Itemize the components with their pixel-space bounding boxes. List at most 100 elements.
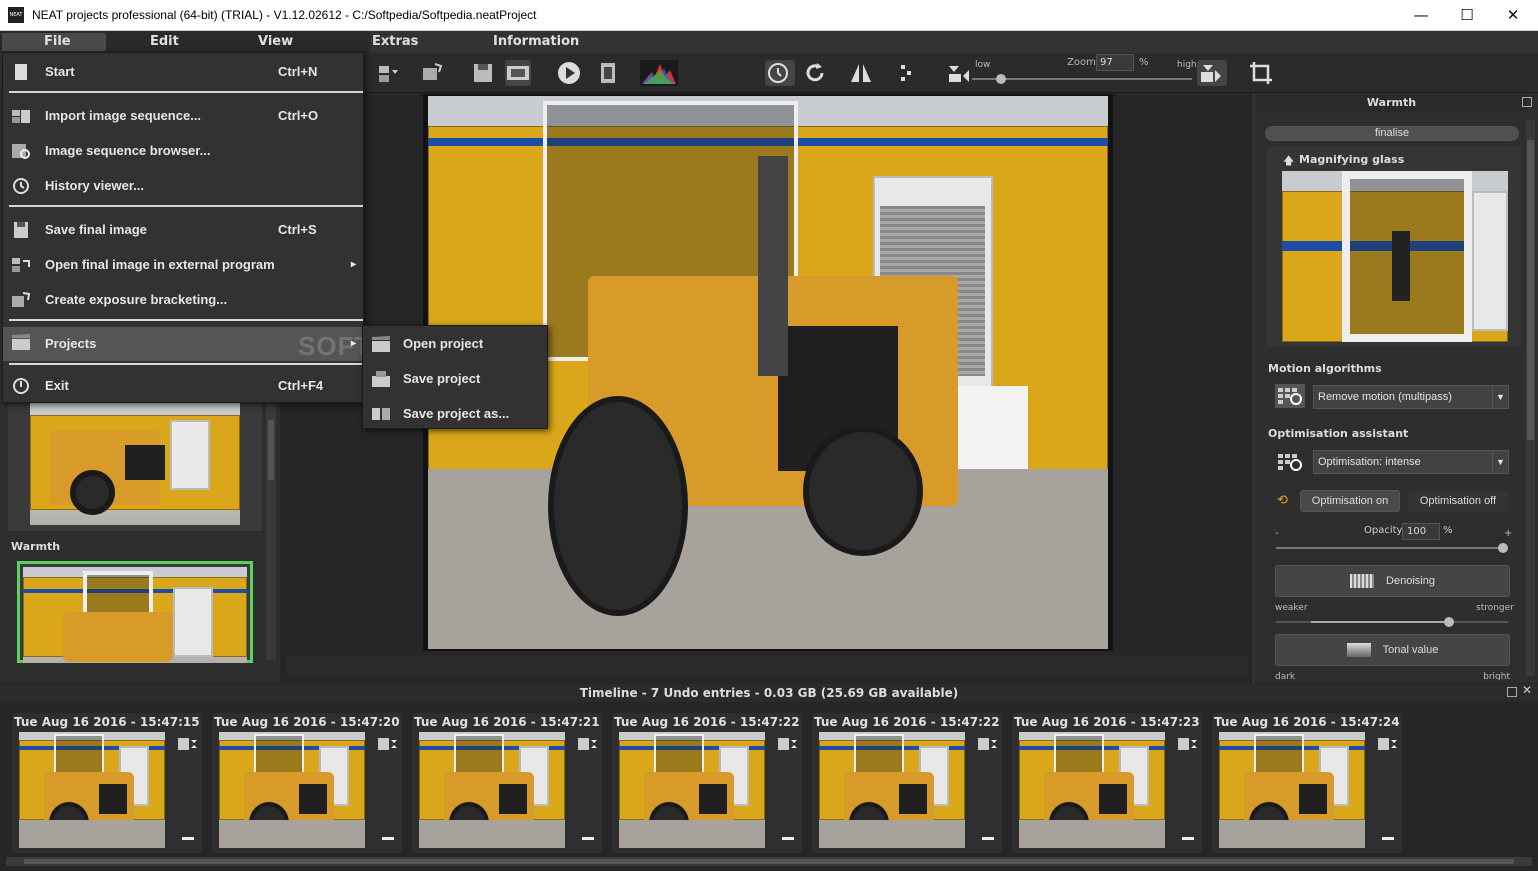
timeline-entry[interactable]: Tue Aug 16 2016 - 15:47:24 bbox=[1212, 713, 1402, 853]
flip-icon[interactable] bbox=[848, 60, 874, 86]
menu-item-exposure-bracketing[interactable]: Create exposure bracketing... bbox=[3, 285, 363, 315]
optimisation-on-button[interactable]: Optimisation on bbox=[1300, 490, 1400, 512]
menu-extras[interactable]: Extras bbox=[372, 31, 418, 53]
chevron-down-icon: ▼ bbox=[1492, 451, 1508, 473]
timeline-entry[interactable]: Tue Aug 16 2016 - 15:47:23 bbox=[1012, 713, 1202, 853]
timeline-entry[interactable]: Tue Aug 16 2016 - 15:47:22 bbox=[612, 713, 802, 853]
menu-item-save-final[interactable]: Save final image Ctrl+S bbox=[3, 215, 363, 245]
motion-algorithms-title: Motion algorithms bbox=[1268, 362, 1382, 375]
timeline-entry[interactable]: Tue Aug 16 2016 - 15:47:21 bbox=[412, 713, 602, 853]
menu-item-exit[interactable]: Exit Ctrl+F4 bbox=[3, 371, 363, 401]
timeline-thumbnail bbox=[19, 732, 165, 848]
motion-detect-icon[interactable] bbox=[765, 60, 795, 86]
crop-dots-icon[interactable] bbox=[893, 60, 919, 86]
remove-entry-icon[interactable] bbox=[182, 837, 194, 840]
power-icon bbox=[13, 378, 29, 394]
restore-entry-icon[interactable] bbox=[777, 735, 799, 753]
open-project-icon bbox=[372, 336, 390, 352]
right-panel-title: Warmth bbox=[1256, 94, 1527, 112]
timeline-thumbnail bbox=[819, 732, 965, 848]
tonal-range-labels: dark bright bbox=[1275, 672, 1510, 680]
restore-entry-icon[interactable] bbox=[1177, 735, 1199, 753]
quality-low-icon[interactable] bbox=[945, 60, 971, 86]
bracketing-icon bbox=[12, 292, 31, 307]
finalise-button[interactable]: finalise bbox=[1265, 126, 1519, 141]
opacity-input[interactable]: 100 bbox=[1402, 523, 1440, 540]
timeline-scrollbar[interactable] bbox=[6, 857, 1532, 866]
maximize-button[interactable]: ☐ bbox=[1444, 0, 1490, 31]
projects-submenu: Open project Save project Save project a… bbox=[362, 325, 548, 429]
restore-entry-icon[interactable] bbox=[377, 735, 399, 753]
quality-slider[interactable] bbox=[972, 74, 1192, 84]
menu-item-start[interactable]: Start Ctrl+N bbox=[3, 57, 363, 87]
timeline-entry[interactable]: Tue Aug 16 2016 - 15:47:22 bbox=[812, 713, 1002, 853]
timeline-timestamp: Tue Aug 16 2016 - 15:47:22 bbox=[614, 715, 800, 729]
menu-item-import-sequence[interactable]: Import image sequence... Ctrl+O bbox=[3, 101, 363, 131]
rotate-icon[interactable] bbox=[802, 60, 828, 86]
menu-item-sequence-browser[interactable]: Image sequence browser... bbox=[3, 136, 363, 166]
magnifier-arrow-icon[interactable]: 🡅 bbox=[1283, 152, 1294, 171]
restore-entry-icon[interactable] bbox=[977, 735, 999, 753]
refresh-icon[interactable]: ⟲ bbox=[1277, 493, 1288, 508]
sequence-browser-icon bbox=[12, 144, 30, 159]
zoom-input[interactable]: 97 bbox=[1096, 54, 1134, 71]
menu-item-open-external[interactable]: Open final image in external program ▸ bbox=[3, 250, 363, 280]
clapperboard-icon bbox=[12, 334, 30, 350]
filmstrip-tool-icon[interactable] bbox=[505, 60, 531, 86]
crop-icon[interactable] bbox=[1248, 60, 1274, 86]
film-frame-icon[interactable] bbox=[595, 60, 621, 86]
remove-entry-icon[interactable] bbox=[1382, 837, 1394, 840]
restore-entry-icon[interactable] bbox=[177, 735, 199, 753]
menu-file[interactable]: File bbox=[44, 31, 71, 53]
restore-entry-icon[interactable] bbox=[1377, 735, 1399, 753]
left-warmth-label: Warmth bbox=[11, 540, 61, 553]
restore-entry-icon[interactable] bbox=[577, 735, 599, 753]
left-scrollbar[interactable] bbox=[266, 400, 276, 660]
close-button[interactable]: ✕ bbox=[1490, 0, 1536, 31]
menu-item-history-viewer[interactable]: History viewer... bbox=[3, 171, 363, 201]
undock-icon[interactable] bbox=[1522, 97, 1532, 107]
bracketing-tool-icon[interactable] bbox=[420, 60, 446, 86]
remove-entry-icon[interactable] bbox=[382, 837, 394, 840]
save-icon bbox=[14, 222, 28, 238]
tonal-value-button[interactable]: Tonal value bbox=[1275, 634, 1510, 666]
timeline-entry[interactable]: Tue Aug 16 2016 - 15:47:20 bbox=[212, 713, 402, 853]
timeline-close-icon[interactable]: ✕ bbox=[1522, 683, 1532, 697]
right-scrollbar[interactable] bbox=[1526, 120, 1535, 676]
optimisation-off-button[interactable]: Optimisation off bbox=[1408, 490, 1508, 512]
timeline-entry[interactable]: Tue Aug 16 2016 - 15:47:15 bbox=[12, 713, 202, 853]
histogram-icon[interactable] bbox=[640, 60, 678, 86]
menu-view[interactable]: View bbox=[258, 31, 293, 53]
menu-edit[interactable]: Edit bbox=[150, 31, 179, 53]
remove-entry-icon[interactable] bbox=[1182, 837, 1194, 840]
denoising-slider[interactable] bbox=[1276, 617, 1508, 627]
play-icon[interactable] bbox=[556, 60, 582, 86]
motion-algorithm-select[interactable]: Remove motion (multipass) ▼ bbox=[1313, 385, 1509, 409]
remove-entry-icon[interactable] bbox=[982, 837, 994, 840]
bright-label: bright bbox=[1483, 672, 1510, 680]
opacity-slider[interactable] bbox=[1276, 543, 1508, 553]
magnifier-image[interactable] bbox=[1282, 171, 1508, 342]
denoising-button[interactable]: Denoising bbox=[1275, 565, 1510, 597]
timeline-thumbnail bbox=[1019, 732, 1165, 848]
window-titlebar: NEAT NEAT projects professional (64-bit)… bbox=[0, 0, 1538, 31]
save-tool-icon[interactable] bbox=[470, 60, 496, 86]
import-sequence-tool-icon[interactable] bbox=[376, 60, 402, 86]
timeline-header: Timeline - 7 Undo entries - 0.03 GB (25.… bbox=[0, 684, 1538, 702]
denoise-icon bbox=[1350, 574, 1375, 589]
minimize-button[interactable]: — bbox=[1398, 0, 1444, 31]
menu-information[interactable]: Information bbox=[493, 31, 579, 53]
save-project-as-icon bbox=[372, 408, 390, 420]
submenu-save-project[interactable]: Save project bbox=[363, 364, 547, 394]
left-thumb-card-selected[interactable] bbox=[17, 561, 253, 663]
optimisation-select[interactable]: Optimisation: intense ▼ bbox=[1313, 450, 1509, 474]
chevron-down-icon: ▼ bbox=[1492, 386, 1508, 408]
timeline-undock-icon[interactable] bbox=[1507, 687, 1517, 697]
left-thumb-card-1[interactable] bbox=[8, 395, 262, 531]
submenu-open-project[interactable]: Open project bbox=[363, 329, 547, 359]
quality-high-icon[interactable] bbox=[1197, 60, 1227, 86]
remove-entry-icon[interactable] bbox=[782, 837, 794, 840]
submenu-save-project-as[interactable]: Save project as... bbox=[363, 399, 547, 429]
remove-entry-icon[interactable] bbox=[582, 837, 594, 840]
quality-high-label: high bbox=[1177, 60, 1197, 70]
